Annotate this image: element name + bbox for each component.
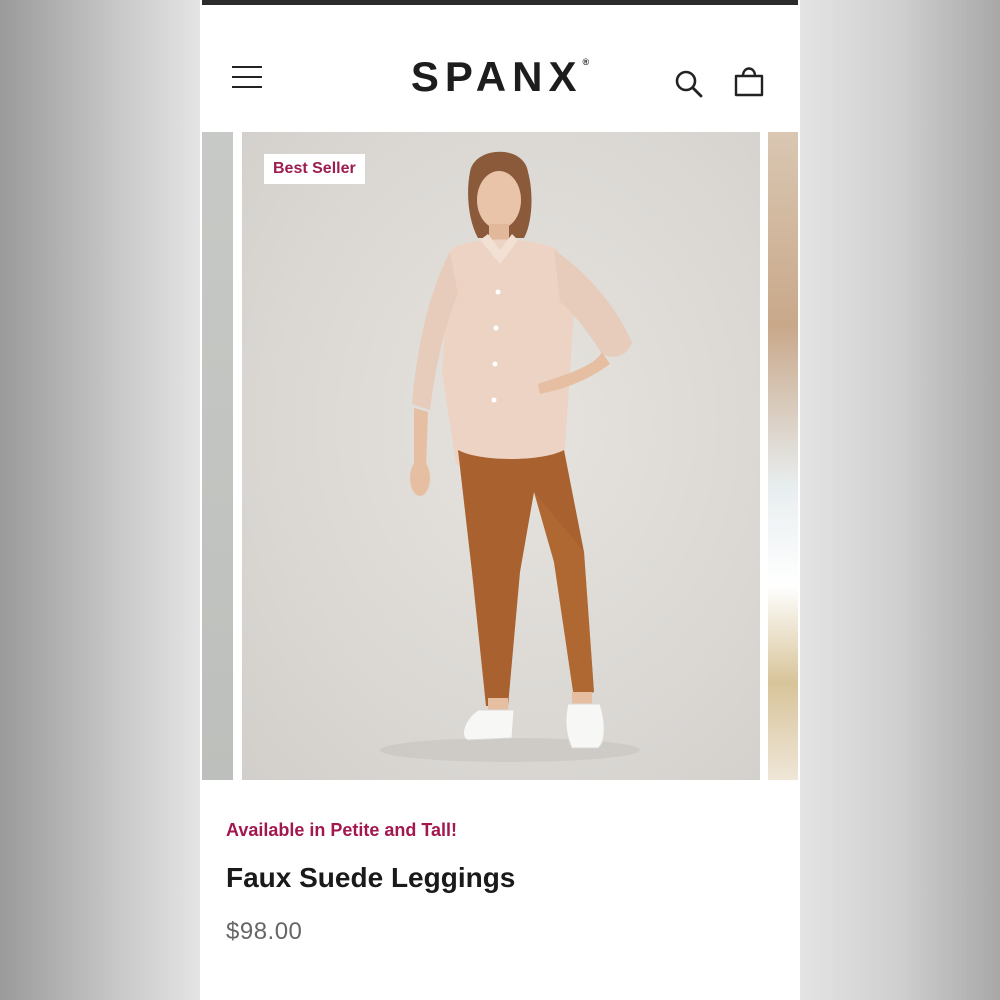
site-header: SPANX®: [202, 5, 798, 132]
availability-note: Available in Petite and Tall!: [226, 820, 458, 840]
best-seller-badge: Best Seller: [264, 154, 365, 184]
model-photo: [380, 151, 640, 762]
search-icon[interactable]: [672, 67, 706, 101]
previous-slide[interactable]: [202, 132, 233, 780]
product-image[interactable]: Best Seller: [242, 132, 760, 780]
brand-name: SPANX: [410, 53, 583, 100]
product-title[interactable]: Faux Suede Leggings: [226, 862, 515, 894]
product-image-carousel[interactable]: Best Seller: [202, 132, 798, 780]
registered-mark: ®: [582, 57, 590, 67]
product-price: $98.00: [226, 918, 303, 945]
phone-screen: SPANX® Best Seller Available in Petite a…: [202, 0, 798, 1000]
next-slide[interactable]: [768, 132, 798, 780]
shopping-bag-icon[interactable]: [732, 63, 766, 99]
brand-logo[interactable]: SPANX®: [202, 53, 798, 101]
